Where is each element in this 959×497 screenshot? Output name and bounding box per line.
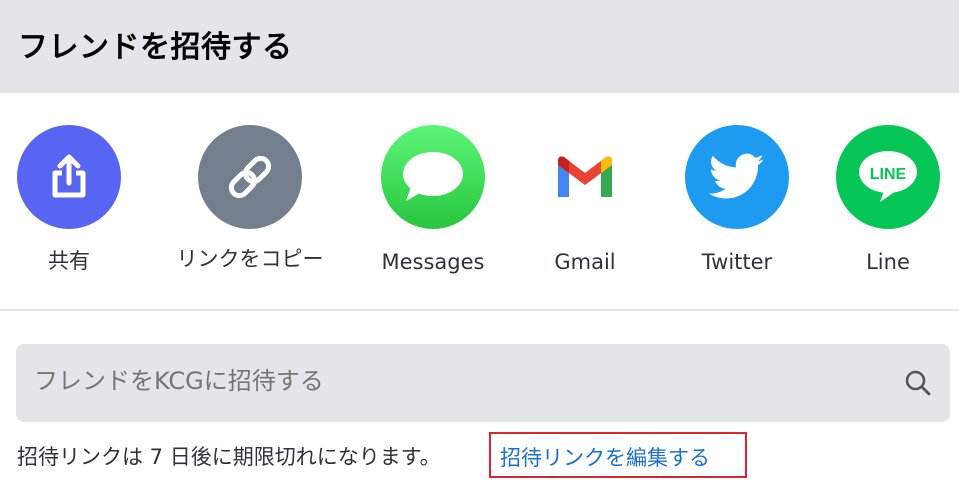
- search-box[interactable]: [16, 344, 950, 422]
- share-label: 共有: [48, 249, 90, 273]
- line-icon: LINE: [836, 125, 940, 229]
- expiration-notice: 招待リンクは 7 日後に期限切れになります。: [17, 445, 441, 469]
- link-icon: [198, 125, 302, 229]
- messages-icon: [381, 125, 485, 229]
- gmail-icon: [533, 125, 637, 229]
- search-input[interactable]: [34, 367, 874, 395]
- messages-label: Messages: [381, 250, 485, 274]
- edit-link-highlight: 招待リンクを編集する: [489, 432, 747, 478]
- search-icon: [905, 370, 931, 396]
- header: フレンドを招待する: [0, 0, 959, 93]
- share-option-twitter[interactable]: Twitter: [662, 125, 812, 285]
- page-title: フレンドを招待する: [18, 30, 293, 65]
- svg-text:LINE: LINE: [870, 166, 907, 183]
- share-option-messages[interactable]: Messages: [358, 125, 508, 285]
- twitter-icon: [685, 125, 789, 229]
- invite-friends-page: フレンドを招待する 共有 リンクをコピー Messages Gmail Twit…: [0, 0, 959, 497]
- divider: [0, 309, 959, 311]
- share-option-line[interactable]: LINE Line: [813, 125, 959, 285]
- line-label: Line: [866, 250, 910, 274]
- share-option-share[interactable]: 共有: [0, 125, 144, 285]
- twitter-label: Twitter: [701, 250, 773, 274]
- share-option-gmail[interactable]: Gmail: [510, 125, 660, 285]
- edit-invite-link[interactable]: 招待リンクを編集する: [500, 442, 710, 472]
- gmail-label: Gmail: [554, 250, 616, 274]
- share-icon: [17, 125, 121, 229]
- share-option-copy-link[interactable]: リンクをコピー: [175, 125, 325, 285]
- share-options-row: 共有 リンクをコピー Messages Gmail Twitter LINE L…: [0, 93, 959, 309]
- copy-link-label: リンクをコピー: [176, 247, 324, 271]
